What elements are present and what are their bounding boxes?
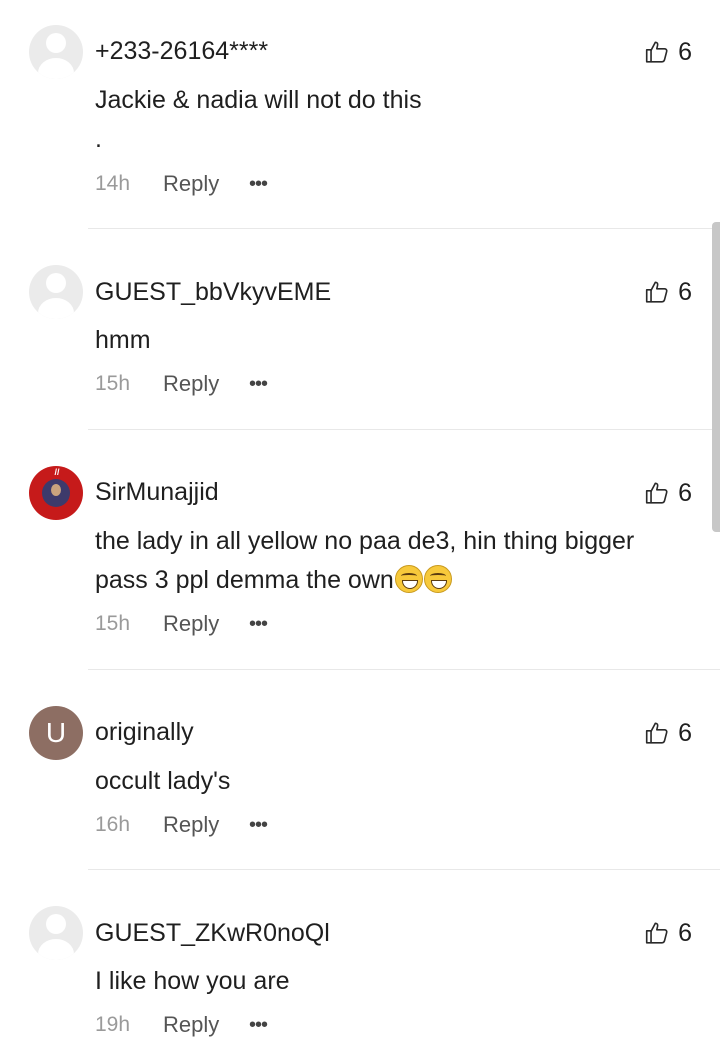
timestamp: 14h — [95, 172, 131, 195]
divider — [88, 869, 720, 870]
comment-text-content: the lady in all yellow no paa de3, hin t… — [95, 527, 642, 594]
like-button[interactable]: 6 — [644, 278, 692, 306]
thumbs-up-icon — [645, 722, 668, 744]
comment-text: I like how you are — [95, 967, 290, 995]
laughing-emoji-icon — [423, 565, 452, 593]
reply-button[interactable]: Reply — [163, 1012, 249, 1038]
username[interactable]: GUEST_bbVkyvEME — [95, 277, 331, 307]
divider — [88, 228, 720, 229]
reply-button[interactable]: Reply — [163, 371, 249, 397]
comment-text: occult lady's — [95, 767, 231, 795]
guest-avatar[interactable] — [29, 265, 83, 319]
comment-text: hmm — [95, 326, 151, 354]
comment-meta: 15h Reply ••• — [95, 369, 268, 399]
more-dots-icon[interactable]: ••• — [249, 374, 268, 394]
like-button[interactable]: 6 — [644, 38, 692, 66]
avatar-body-shape — [38, 939, 74, 960]
more-dots-icon[interactable]: ••• — [249, 1015, 268, 1035]
like-count: 6 — [678, 719, 692, 747]
avatar-head-shape — [46, 914, 66, 934]
like-count: 6 — [678, 278, 692, 306]
avatar-head-shape — [46, 273, 66, 293]
timestamp: 15h — [95, 372, 131, 395]
scrollbar[interactable] — [712, 222, 720, 532]
more-dots-icon[interactable]: ••• — [249, 614, 268, 634]
avatar-photo-mark: // — [54, 467, 60, 477]
username[interactable]: +233-26164**** — [95, 36, 268, 66]
username[interactable]: GUEST_ZKwR0noQl — [95, 918, 330, 948]
reply-button[interactable]: Reply — [163, 171, 249, 197]
comment-text: the lady in all yellow no paa de3, hin t… — [95, 522, 685, 600]
more-dots-icon[interactable]: ••• — [249, 174, 268, 194]
divider — [88, 429, 720, 430]
comment-meta: 19h Reply ••• — [95, 1010, 268, 1040]
username[interactable]: originally — [95, 717, 194, 747]
reply-button[interactable]: Reply — [163, 812, 249, 838]
profile-photo-avatar[interactable]: // — [29, 466, 83, 520]
divider — [88, 669, 720, 670]
avatar-photo-face — [51, 484, 61, 496]
letter-avatar[interactable]: U — [29, 706, 83, 760]
like-count: 6 — [678, 919, 692, 947]
comment-meta: 14h Reply ••• — [95, 169, 268, 199]
comment-meta: 15h Reply ••• — [95, 609, 268, 639]
timestamp: 19h — [95, 1013, 131, 1036]
thumbs-up-icon — [645, 281, 668, 303]
guest-avatar[interactable] — [29, 25, 83, 79]
like-button[interactable]: 6 — [644, 719, 692, 747]
avatar-body-shape — [38, 298, 74, 319]
timestamp: 15h — [95, 612, 131, 635]
like-count: 6 — [678, 479, 692, 507]
avatar-body-shape — [38, 58, 74, 79]
laughing-emoji-icon — [394, 565, 423, 593]
more-dots-icon[interactable]: ••• — [249, 815, 268, 835]
timestamp: 16h — [95, 813, 131, 836]
thumbs-up-icon — [645, 922, 668, 944]
guest-avatar[interactable] — [29, 906, 83, 960]
username[interactable]: SirMunajjid — [95, 477, 219, 507]
thumbs-up-icon — [645, 482, 668, 504]
like-button[interactable]: 6 — [644, 479, 692, 507]
like-button[interactable]: 6 — [644, 919, 692, 947]
avatar-head-shape — [46, 33, 66, 53]
thumbs-up-icon — [645, 41, 668, 63]
like-count: 6 — [678, 38, 692, 66]
reply-button[interactable]: Reply — [163, 611, 249, 637]
comment-text: Jackie & nadia will not do this . — [95, 86, 422, 153]
comment-meta: 16h Reply ••• — [95, 810, 268, 840]
